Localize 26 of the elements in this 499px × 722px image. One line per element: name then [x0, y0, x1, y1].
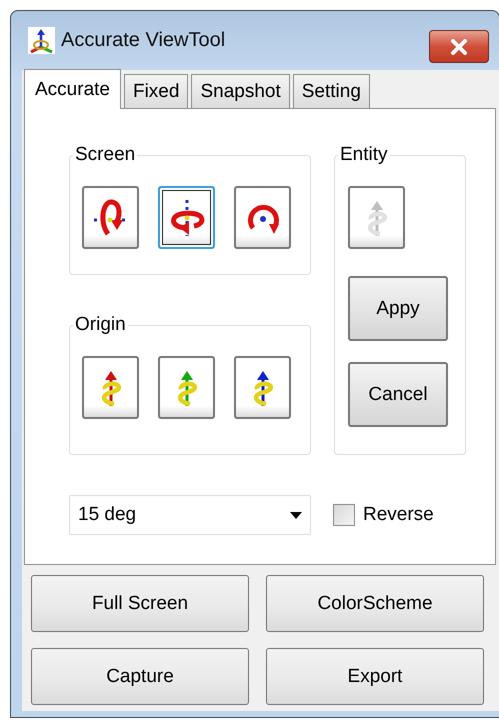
axes-icon: [28, 27, 55, 54]
caret-icon: [290, 512, 302, 518]
axis-rotate-button[interactable]: [82, 356, 139, 419]
angle-dropdown[interactable]: 15 deg: [69, 495, 311, 535]
axis-rotate-button[interactable]: [158, 356, 215, 419]
entity-button[interactable]: Cancel: [348, 362, 448, 427]
tab[interactable]: Accurate: [24, 69, 121, 109]
entity-button[interactable]: Appy: [348, 276, 448, 341]
group-label: Entity: [340, 144, 388, 165]
tab[interactable]: Setting: [292, 74, 370, 108]
vertical-rotate-button[interactable]: [82, 186, 139, 249]
close-button[interactable]: [429, 30, 489, 63]
group-label: Screen: [75, 144, 136, 165]
tab[interactable]: Snapshot: [191, 74, 290, 108]
window-title: Accurate ViewTool: [61, 29, 226, 52]
action-button[interactable]: Capture: [31, 648, 249, 705]
horizontal-rotate-button[interactable]: [158, 186, 215, 249]
action-button[interactable]: ColorScheme: [266, 575, 484, 632]
group-label: Origin: [75, 314, 126, 335]
close-icon: [449, 38, 469, 54]
reverse-checkbox[interactable]: Reverse: [333, 504, 434, 526]
action-button[interactable]: Export: [266, 648, 484, 705]
axis-rotate-button[interactable]: [234, 356, 291, 419]
action-button[interactable]: Full Screen: [31, 575, 249, 632]
planar-rotate-button[interactable]: [234, 186, 291, 249]
tab[interactable]: Fixed: [124, 74, 188, 108]
